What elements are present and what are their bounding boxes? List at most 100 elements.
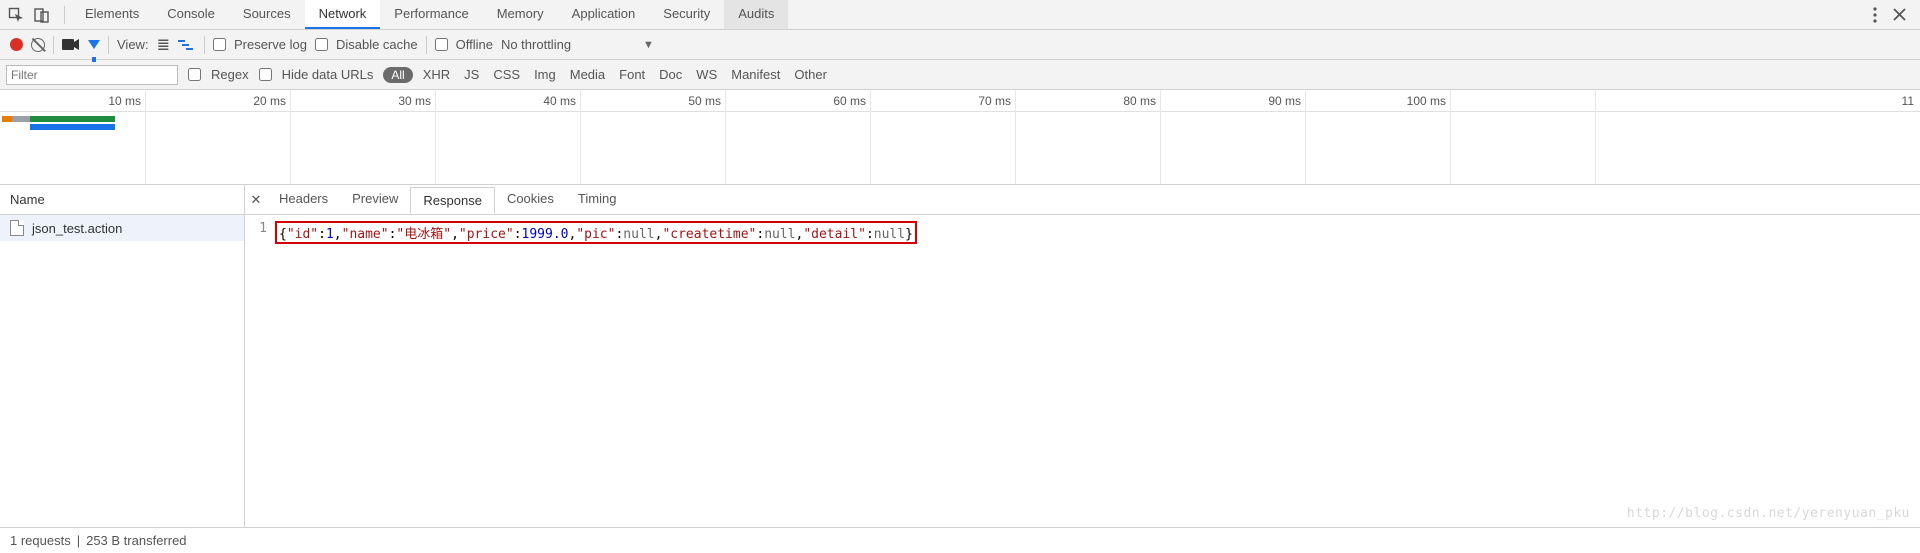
type-filter-media[interactable]: Media	[570, 67, 605, 82]
type-filter-xhr[interactable]: XHR	[423, 67, 450, 82]
preserve-log-checkbox[interactable]	[213, 38, 226, 51]
panel-tab-network[interactable]: Network	[305, 0, 381, 29]
request-list-header[interactable]: Name	[0, 185, 244, 215]
panel-tab-elements[interactable]: Elements	[71, 0, 153, 29]
panel-tab-sources[interactable]: Sources	[229, 0, 305, 29]
regex-label: Regex	[211, 67, 249, 82]
tick-line	[580, 90, 581, 184]
disable-cache-label: Disable cache	[336, 37, 418, 52]
tick-line	[145, 90, 146, 184]
tick-line	[1450, 90, 1451, 184]
timeline-overview[interactable]: 10 ms20 ms30 ms40 ms50 ms60 ms70 ms80 ms…	[0, 90, 1920, 185]
waterfall-view-icon[interactable]	[178, 39, 196, 51]
json-token-key: "id"	[287, 227, 318, 242]
json-token-null: null	[623, 227, 654, 242]
hide-data-urls-checkbox[interactable]	[259, 68, 272, 81]
tick-line	[1595, 90, 1596, 184]
regex-checkbox[interactable]	[188, 68, 201, 81]
tick-label: 10 ms	[108, 94, 145, 108]
panel-tab-audits[interactable]: Audits	[724, 0, 788, 29]
panel-tab-application[interactable]: Application	[558, 0, 650, 29]
disable-cache-checkbox[interactable]	[315, 38, 328, 51]
json-token-null: null	[874, 227, 905, 242]
tick-line	[290, 90, 291, 184]
divider	[108, 36, 109, 54]
hide-data-urls-label: Hide data URLs	[282, 67, 374, 82]
type-filter-all[interactable]: All	[383, 67, 412, 83]
record-icon[interactable]	[10, 38, 23, 51]
panel-tabs-container: ElementsConsoleSourcesNetworkPerformance…	[71, 0, 788, 29]
tick-line	[1305, 90, 1306, 184]
response-json-content[interactable]: {"id":1,"name":"电冰箱","price":1999.0,"pic…	[275, 221, 917, 244]
filter-input[interactable]	[6, 65, 178, 85]
panel-tab-performance[interactable]: Performance	[380, 0, 482, 29]
tick-label: 90 ms	[1268, 94, 1305, 108]
tick-label: 60 ms	[833, 94, 870, 108]
type-filter-font[interactable]: Font	[619, 67, 645, 82]
detail-tab-response[interactable]: Response	[410, 187, 495, 214]
close-details-icon[interactable]: ✕	[245, 192, 267, 208]
request-row[interactable]: json_test.action	[0, 215, 244, 241]
status-bar: 1 requests | 253 B transferred	[0, 527, 1920, 553]
tick-label: 70 ms	[978, 94, 1015, 108]
json-token-brace: :	[514, 227, 522, 242]
json-token-brace: ,	[451, 227, 459, 242]
close-devtools-icon[interactable]	[1893, 8, 1906, 21]
timeline-bar	[12, 116, 30, 122]
type-filter-ws[interactable]: WS	[696, 67, 717, 82]
json-token-key: "detail"	[803, 227, 866, 242]
timeline-bar	[2, 116, 12, 122]
timeline-bar	[30, 124, 115, 130]
detail-tab-timing[interactable]: Timing	[566, 186, 629, 213]
detail-tab-headers[interactable]: Headers	[267, 186, 340, 213]
json-token-null: null	[764, 227, 795, 242]
camera-icon[interactable]	[62, 38, 80, 51]
tick-label: 50 ms	[688, 94, 725, 108]
type-filter-doc[interactable]: Doc	[659, 67, 682, 82]
panel-tab-memory[interactable]: Memory	[483, 0, 558, 29]
type-filter-js[interactable]: JS	[464, 67, 479, 82]
status-sep: |	[77, 533, 80, 548]
request-list: json_test.action	[0, 215, 244, 527]
tick-label: 11	[1902, 94, 1918, 108]
json-token-key: "pic"	[576, 227, 615, 242]
throttling-select[interactable]: No throttling	[501, 37, 571, 52]
detail-tab-preview[interactable]: Preview	[340, 186, 410, 213]
type-filter-other[interactable]: Other	[794, 67, 827, 82]
status-requests: 1 requests	[10, 533, 71, 548]
kebab-menu-icon[interactable]	[1873, 7, 1877, 23]
json-token-key: "name"	[342, 227, 389, 242]
offline-checkbox[interactable]	[435, 38, 448, 51]
divider	[53, 36, 54, 54]
tick-label: 20 ms	[253, 94, 290, 108]
tick-label: 100 ms	[1407, 94, 1450, 108]
device-toolbar-icon[interactable]	[34, 7, 50, 23]
line-number: 1	[253, 221, 267, 244]
clear-icon[interactable]	[31, 38, 45, 52]
json-token-num: 1	[326, 227, 334, 242]
filter-funnel-icon[interactable]	[88, 40, 100, 49]
json-token-key: "price"	[459, 227, 514, 242]
panel-right-icons	[1859, 7, 1920, 23]
request-list-sidebar: Name json_test.action	[0, 185, 245, 527]
tick-line	[435, 90, 436, 184]
request-name: json_test.action	[32, 221, 122, 236]
timeline-bar	[30, 116, 115, 122]
tick-line	[1160, 90, 1161, 184]
large-rows-icon[interactable]	[157, 35, 170, 55]
inspect-element-icon[interactable]	[8, 7, 24, 23]
json-token-brace: }	[905, 227, 913, 242]
response-line[interactable]: 1 {"id":1,"name":"电冰箱","price":1999.0,"p…	[253, 221, 1912, 244]
type-filter-manifest[interactable]: Manifest	[731, 67, 780, 82]
panel-tab-security[interactable]: Security	[649, 0, 724, 29]
chevron-down-icon[interactable]: ▼	[639, 39, 658, 51]
tick-line	[725, 90, 726, 184]
preserve-log-label: Preserve log	[234, 37, 307, 52]
type-filter-img[interactable]: Img	[534, 67, 556, 82]
offline-label: Offline	[456, 37, 493, 52]
json-token-key: "createtime"	[662, 227, 756, 242]
type-filters-container: XHR JS CSS Img Media Font Doc WS Manifest Other	[423, 67, 827, 82]
panel-tab-console[interactable]: Console	[153, 0, 229, 29]
detail-tab-cookies[interactable]: Cookies	[495, 186, 566, 213]
type-filter-css[interactable]: CSS	[493, 67, 520, 82]
